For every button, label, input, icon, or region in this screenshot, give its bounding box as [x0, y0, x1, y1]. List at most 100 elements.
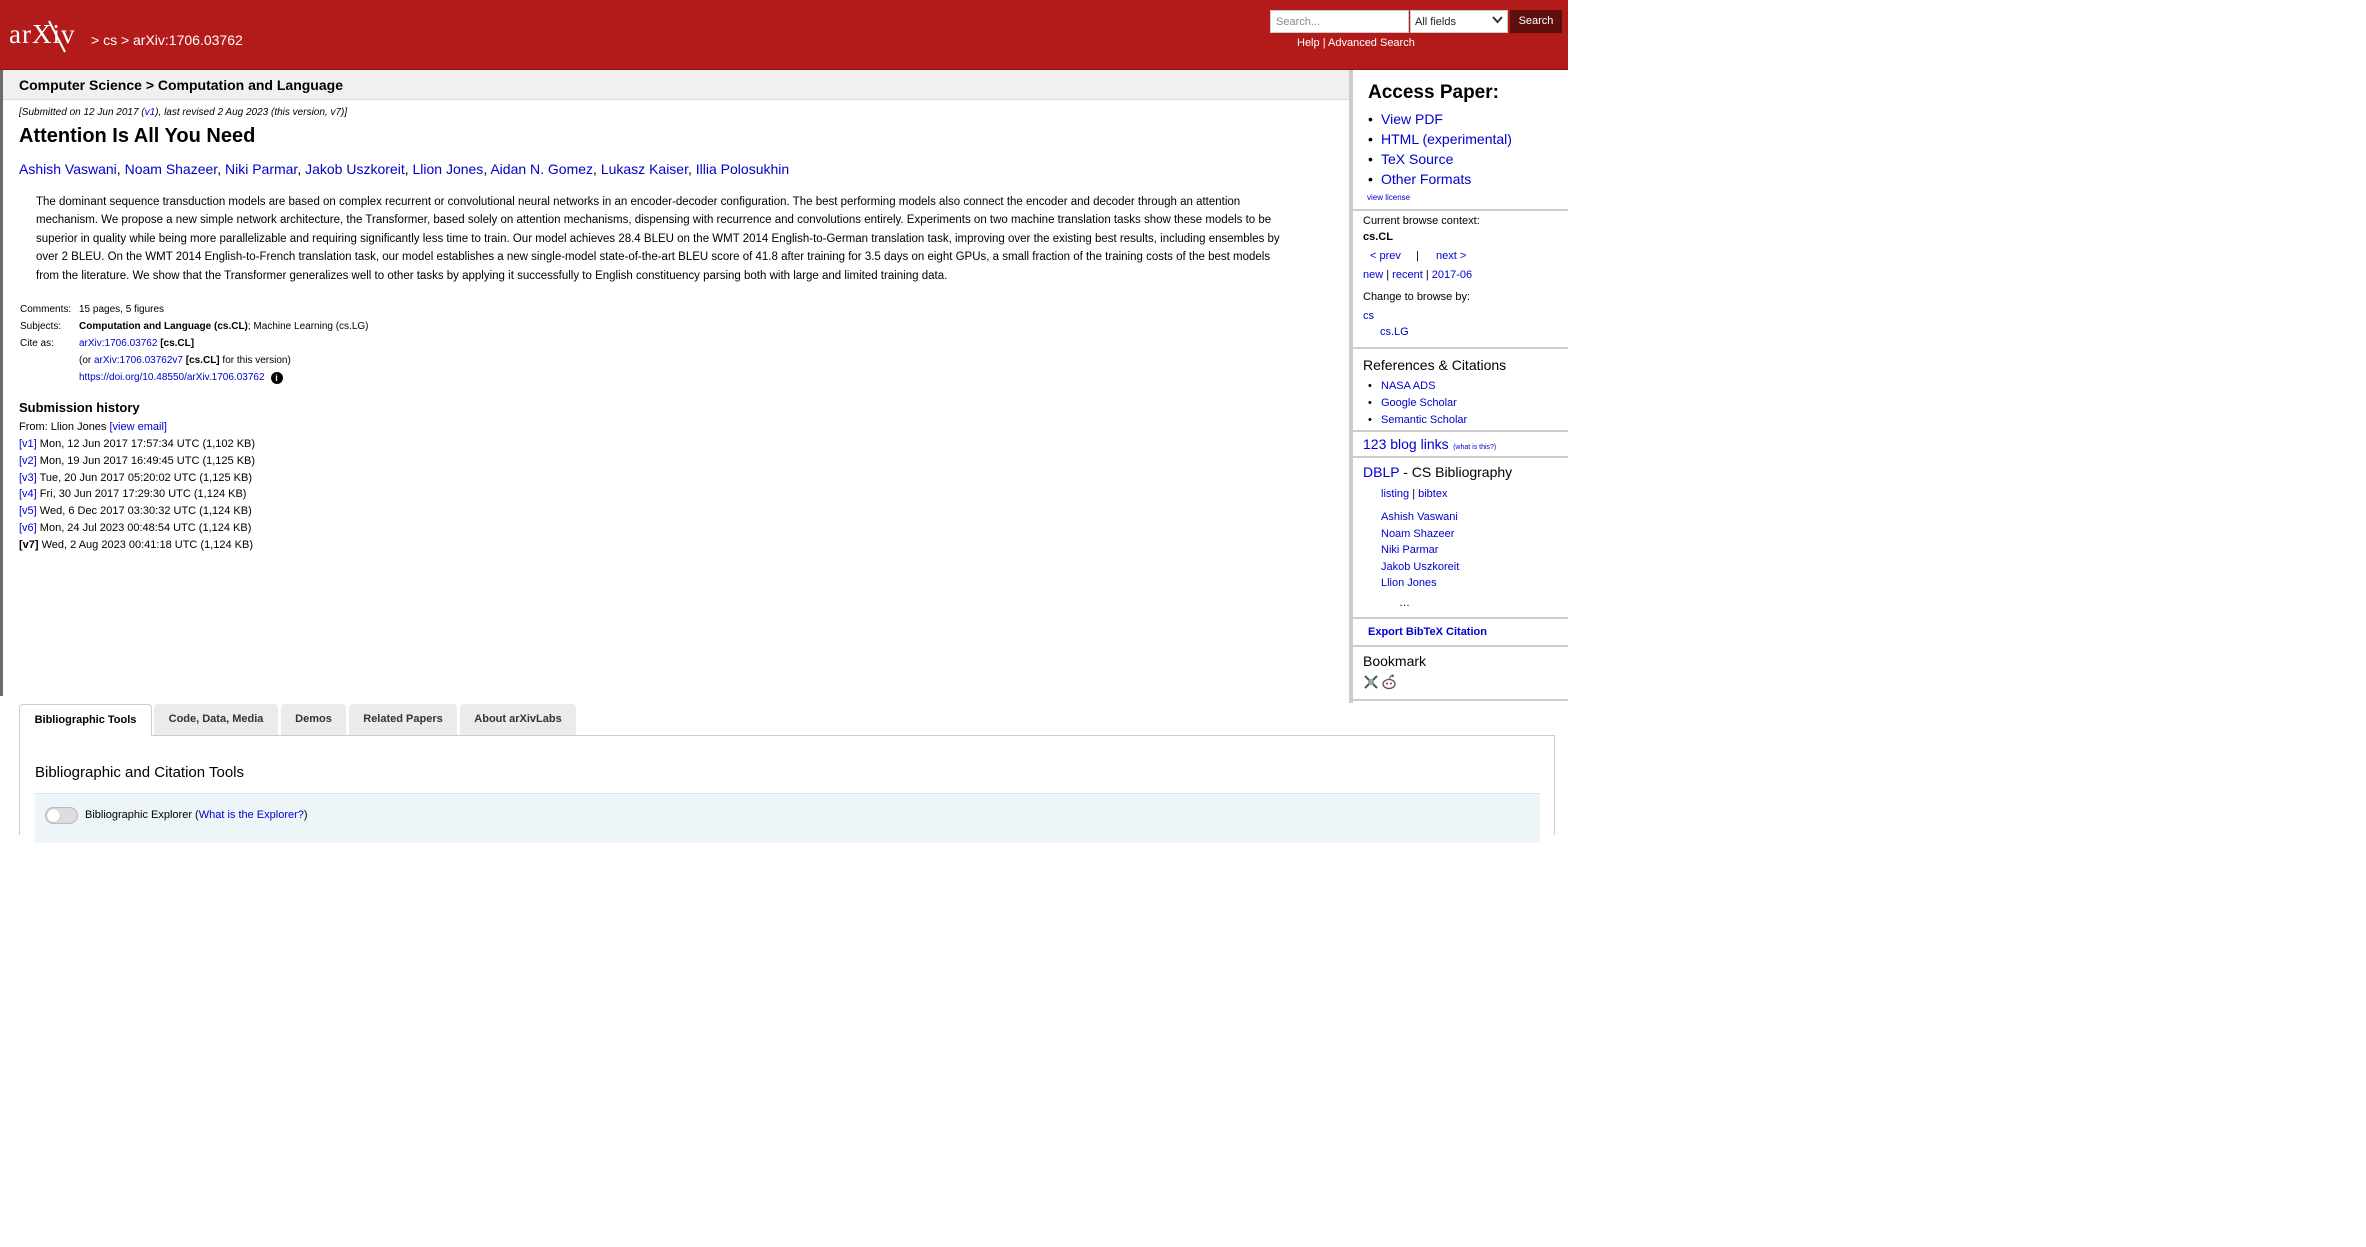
change-browse-label: Change to browse by: — [1363, 291, 1471, 303]
prev-link[interactable]: < prev — [1370, 250, 1401, 262]
access-paper-title: Access Paper: — [1368, 82, 1499, 103]
what-is-this-link[interactable]: (what is this?) — [1453, 444, 1496, 451]
v1-link[interactable]: v1 — [145, 107, 156, 118]
view-email-link[interactable]: [view email] — [109, 421, 166, 433]
history-row: [v4] Fri, 30 Jun 2017 17:29:30 UTC (1,12… — [19, 488, 246, 500]
browse-cslg-link[interactable]: cs.LG — [1380, 326, 1409, 338]
dateline-pre: [Submitted on 12 Jun 2017 ( — [19, 107, 145, 118]
google-scholar-link[interactable]: Google Scholar — [1368, 397, 1457, 409]
search-button[interactable]: Search — [1510, 10, 1562, 33]
explorer-toggle[interactable] — [45, 807, 78, 824]
version-date: Fri, 30 Jun 2017 17:29:30 UTC (1,124 KB) — [36, 488, 247, 501]
arxiv-logo[interactable]: arXiv — [9, 16, 89, 54]
blog-links-link[interactable]: 123 blog links — [1363, 436, 1449, 452]
dblp-author-link[interactable]: Niki Parmar — [1381, 544, 1438, 556]
divider — [1353, 645, 1568, 647]
sep: | — [1412, 488, 1416, 500]
divider — [1353, 456, 1568, 458]
site-header: arXiv > cs > arXiv:1706.03762 All fields… — [0, 0, 1568, 70]
history-row: [v7] Wed, 2 Aug 2023 00:41:18 UTC (1,124… — [19, 539, 253, 551]
author-link[interactable]: Illia Polosukhin — [696, 161, 789, 177]
other-formats-link[interactable]: Other Formats — [1368, 171, 1471, 187]
dateline-post: ), last revised 2 Aug 2023 (this version… — [155, 107, 348, 118]
new-link[interactable]: new — [1363, 269, 1383, 281]
bookmark-title: Bookmark — [1363, 653, 1427, 669]
cite-version-link[interactable]: arXiv:1706.03762v7 — [94, 355, 183, 366]
author-sep: , — [217, 161, 225, 177]
dblp-author-link[interactable]: Llion Jones — [1381, 577, 1437, 589]
prev-next-sep: | — [1416, 250, 1419, 262]
cite-id-link[interactable]: arXiv:1706.03762 — [79, 338, 157, 349]
version-link[interactable]: [v5] — [19, 505, 37, 517]
dblp-author-link[interactable]: Noam Shazeer — [1381, 528, 1454, 540]
version-link[interactable]: [v2] — [19, 455, 37, 467]
author-sep: , — [116, 161, 125, 177]
abstract: The dominant sequence transduction model… — [36, 193, 1316, 285]
search-form: All fields Search — [1270, 10, 1562, 33]
tab-related-papers[interactable]: Related Papers — [349, 704, 457, 735]
author-link[interactable]: Llion Jones — [412, 161, 483, 177]
version-link[interactable]: [v1] — [19, 438, 37, 450]
explorer-label-text: Bibliographic Explorer ( — [85, 809, 199, 821]
search-input[interactable] — [1270, 10, 1409, 33]
sep: | — [1386, 269, 1390, 281]
sep: | — [1425, 269, 1429, 281]
author-link[interactable]: Ashish Vaswani — [19, 161, 117, 177]
history-from: From: Llion Jones [view email] — [19, 421, 167, 433]
version-link[interactable]: [v6] — [19, 522, 37, 534]
version-link[interactable]: [v3] — [19, 472, 37, 484]
tab-bibliographic-tools[interactable]: Bibliographic Tools — [19, 704, 152, 736]
tex-source-link[interactable]: TeX Source — [1368, 151, 1453, 167]
export-bibtex-link[interactable]: Export BibTeX Citation — [1368, 626, 1487, 638]
divider — [1353, 347, 1568, 349]
author-sep: , — [297, 161, 306, 177]
tab-demos[interactable]: Demos — [281, 704, 346, 735]
month-link[interactable]: 2017-06 — [1432, 269, 1472, 281]
reddit-icon[interactable] — [1381, 674, 1397, 690]
cite-label: Cite as: — [20, 338, 54, 349]
search-field-value: All fields — [1415, 16, 1456, 28]
cite-value: arXiv:1706.03762 [cs.CL] — [79, 338, 194, 349]
submission-dateline: [Submitted on 12 Jun 2017 (v1), last rev… — [19, 107, 347, 118]
tab-about-arxivlabs[interactable]: About arXivLabs — [460, 704, 576, 735]
dblp-author-link[interactable]: Jakob Uszkoreit — [1381, 561, 1459, 573]
browse-context-value: cs.CL — [1363, 231, 1393, 243]
version-date: Wed, 6 Dec 2017 03:30:32 UTC (1,124 KB) — [36, 505, 252, 518]
author-link[interactable]: Noam Shazeer — [125, 161, 218, 177]
left-border — [0, 70, 3, 696]
bibsonomy-icon[interactable] — [1363, 674, 1379, 690]
info-icon[interactable]: i — [270, 372, 283, 384]
explorer-close: ) — [303, 809, 308, 821]
author-link[interactable]: Lukasz Kaiser — [601, 161, 688, 177]
dblp-link[interactable]: DBLP — [1363, 464, 1399, 480]
advanced-search-link[interactable]: Advanced Search — [1328, 37, 1415, 49]
html-link[interactable]: HTML (experimental) — [1368, 131, 1512, 147]
semantic-scholar-link[interactable]: Semantic Scholar — [1368, 414, 1467, 426]
author-link[interactable]: Aidan N. Gomez — [490, 161, 593, 177]
history-row: [v5] Wed, 6 Dec 2017 03:30:32 UTC (1,124… — [19, 505, 252, 517]
divider — [1353, 617, 1568, 619]
author-link[interactable]: Niki Parmar — [225, 161, 297, 177]
version-link[interactable]: [v4] — [19, 488, 37, 500]
help-link[interactable]: Help — [1297, 37, 1320, 49]
browse-cs-link[interactable]: cs — [1363, 310, 1374, 322]
chevron-down-icon — [1492, 16, 1503, 24]
bibtex-link[interactable]: bibtex — [1418, 488, 1447, 500]
version-date: Mon, 19 Jun 2017 16:49:45 UTC (1,125 KB) — [36, 454, 256, 467]
nasa-ads-link[interactable]: NASA ADS — [1368, 380, 1436, 392]
search-field-select[interactable]: All fields — [1410, 10, 1508, 33]
dblp-author-link[interactable]: Ashish Vaswani — [1381, 511, 1458, 523]
what-is-explorer-link[interactable]: What is the Explorer? — [199, 809, 304, 821]
tab-panel: Bibliographic and Citation Tools Bibliog… — [19, 735, 1555, 843]
tab-code-data-media[interactable]: Code, Data, Media — [154, 704, 278, 735]
help-sep: | — [1322, 37, 1326, 49]
browse-context-label: Current browse context: — [1363, 215, 1480, 227]
view-pdf-link[interactable]: View PDF — [1368, 111, 1443, 127]
author-link[interactable]: Jakob Uszkoreit — [305, 161, 405, 177]
view-license-link[interactable]: view license — [1367, 193, 1410, 202]
listing-link[interactable]: listing — [1381, 488, 1409, 500]
doi-link[interactable]: https://doi.org/10.48550/arXiv.1706.0376… — [79, 372, 265, 383]
browse-links: new | recent | 2017-06 — [1363, 269, 1472, 281]
recent-link[interactable]: recent — [1392, 269, 1423, 281]
next-link[interactable]: next > — [1436, 250, 1466, 262]
